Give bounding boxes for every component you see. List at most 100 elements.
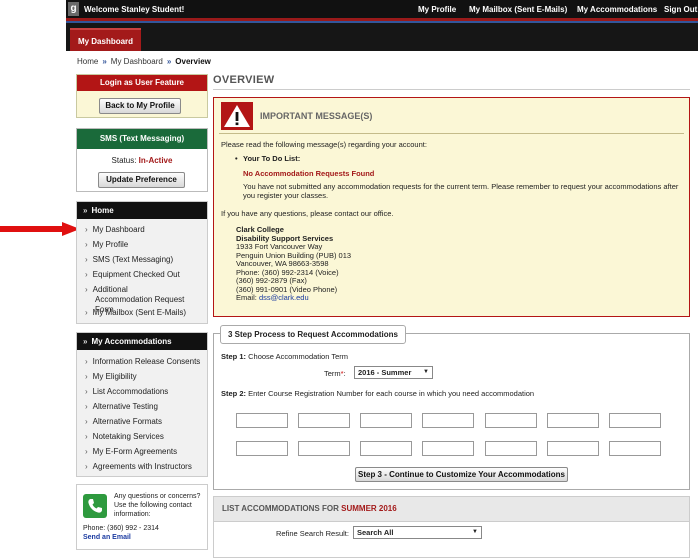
step2-text: Step 2: Enter Course Registration Number… — [221, 389, 534, 398]
step1-text: Step 1: Choose Accommodation Term — [221, 352, 348, 361]
tab-my-dashboard[interactable]: My Dashboard — [70, 28, 141, 51]
menu-item-label: Alternative Testing — [92, 402, 158, 411]
menu-item-label: My Dashboard — [92, 225, 145, 234]
menu-item-equipment[interactable]: › Equipment Checked Out — [85, 270, 205, 280]
crn-input[interactable] — [547, 441, 599, 456]
menu-item-my-eligibility[interactable]: › My Eligibility — [85, 372, 205, 382]
breadcrumb-current: Overview — [175, 57, 211, 66]
chevron-right-icon: › — [85, 402, 88, 411]
contact-phone: Phone: (360) 992 - 2314 — [83, 525, 159, 532]
menu-item-label: Alternative Formats — [92, 417, 163, 426]
contact-box: Any questions or concerns? Use the follo… — [76, 484, 208, 550]
menu-item-label: My E-Form Agreements — [92, 447, 178, 456]
menu-item-label: My Mailbox (Sent E-Mails) — [92, 308, 187, 317]
chevron-right-icon: › — [85, 372, 88, 381]
breadcrumb-separator: » — [102, 57, 107, 66]
dropdown-arrow-icon: ▼ — [423, 369, 429, 375]
home-menu-title: Home — [91, 206, 114, 215]
breadcrumb-home[interactable]: Home — [77, 57, 98, 66]
crn-input[interactable] — [236, 413, 288, 428]
menu-item-eform-agreements[interactable]: › My E-Form Agreements — [85, 447, 205, 457]
home-menu-header[interactable]: » Home — [77, 202, 207, 219]
term-label: Term*: — [324, 369, 346, 378]
continue-button[interactable]: Step 3 - Continue to Customize Your Acco… — [355, 467, 568, 482]
chevron-right-icon: › — [85, 240, 88, 249]
menu-item-label: SMS (Text Messaging) — [92, 255, 174, 264]
nav-my-accommodations[interactable]: My Accommodations — [577, 5, 657, 14]
menu-item-alternative-testing[interactable]: › Alternative Testing — [85, 402, 205, 412]
crn-input[interactable] — [360, 441, 412, 456]
menu-item-label: Equipment Checked Out — [92, 270, 180, 279]
menu-item-list-accommodations[interactable]: › List Accommodations — [85, 387, 205, 397]
menu-item-instructor-agreements[interactable]: › Agreements with Instructors — [85, 462, 205, 472]
chevron-right-icon: › — [85, 357, 88, 366]
phone-icon — [83, 494, 107, 518]
list-title-prefix: LIST ACCOMMODATIONS FOR — [222, 504, 339, 513]
breadcrumb: Home» My Dashboard» Overview — [77, 57, 211, 66]
todo-heading: • Your To Do List: — [235, 154, 301, 163]
crn-input[interactable] — [485, 413, 537, 428]
contact-line: If you have any questions, please contac… — [221, 209, 394, 218]
important-intro: Please read the following message(s) reg… — [221, 140, 427, 149]
chevron-right-icon: › — [85, 308, 88, 317]
bullet-icon: • — [235, 154, 238, 163]
refine-select[interactable]: Search All ▼ — [353, 526, 482, 539]
todo-label: Your To Do List: — [243, 154, 301, 163]
crn-input[interactable] — [236, 441, 288, 456]
contact-text: Any questions or concerns? Use the follo… — [114, 493, 201, 518]
divider — [213, 89, 690, 90]
important-title: IMPORTANT MESSAGE(S) — [260, 111, 373, 121]
menu-item-notetaking[interactable]: › Notetaking Services — [85, 432, 205, 442]
step-process-legend: 3 Step Process to Request Accommodations — [220, 325, 406, 344]
chevron-right-icon: › — [85, 447, 88, 456]
back-to-profile-button[interactable]: Back to My Profile — [99, 98, 181, 114]
menu-item-my-mailbox[interactable]: › My Mailbox (Sent E-Mails) — [85, 308, 205, 318]
accommodations-menu: » My Accommodations › Information Release … — [76, 332, 208, 477]
email-link[interactable]: dss@clark.edu — [259, 293, 309, 302]
step1-label: Step 1: — [221, 352, 247, 361]
login-as-user-title: Login as User Feature — [77, 75, 207, 91]
nav-my-mailbox[interactable]: My Mailbox (Sent E-Mails) — [469, 5, 567, 14]
nav-my-profile[interactable]: My Profile — [418, 5, 456, 14]
sms-status-label: Status: — [111, 156, 137, 165]
crn-input[interactable] — [422, 441, 474, 456]
list-accommodations-title: LIST ACCOMMODATIONS FOR SUMMER 2016 — [222, 504, 397, 513]
accommodations-menu-header[interactable]: » My Accommodations — [77, 333, 207, 350]
chevron-right-icon: › — [85, 285, 88, 294]
menu-item-my-dashboard[interactable]: › My Dashboard — [85, 225, 205, 235]
menu-item-alternative-formats[interactable]: › Alternative Formats — [85, 417, 205, 427]
breadcrumb-dashboard[interactable]: My Dashboard — [111, 57, 163, 66]
no-requests-description: You have not submitted any accommodation… — [243, 182, 679, 200]
page-title: OVERVIEW — [213, 74, 275, 86]
sms-status-value: In-Active — [138, 156, 173, 165]
term-label-colon: : — [343, 369, 346, 378]
crn-input[interactable] — [609, 441, 661, 456]
crn-input[interactable] — [298, 441, 350, 456]
sms-title: SMS (Text Messaging) — [77, 129, 207, 149]
crn-input[interactable] — [422, 413, 474, 428]
chevron-right-icon: › — [85, 417, 88, 426]
term-select[interactable]: 2016 - Summer ▼ — [354, 366, 433, 379]
menu-item-sms[interactable]: › SMS (Text Messaging) — [85, 255, 205, 265]
dropdown-arrow-icon: ▼ — [472, 529, 478, 535]
menu-item-label: My Eligibility — [92, 372, 137, 381]
send-email-link[interactable]: Send an Email — [83, 534, 131, 541]
step2-label: Step 2: — [221, 389, 247, 398]
important-message-box: IMPORTANT MESSAGE(S) Please read the fol… — [213, 97, 690, 317]
term-label-text: Term — [324, 369, 341, 378]
crn-input[interactable] — [547, 413, 599, 428]
chevron-right-icon: › — [85, 225, 88, 234]
crn-input[interactable] — [485, 441, 537, 456]
crn-input[interactable] — [360, 413, 412, 428]
update-preference-button[interactable]: Update Preference — [98, 172, 185, 188]
menu-item-my-profile[interactable]: › My Profile — [85, 240, 205, 250]
refine-select-value: Search All — [357, 528, 394, 537]
double-chevron-down-icon: » — [83, 206, 88, 215]
refine-label: Refine Search Result: — [276, 529, 349, 538]
crn-input[interactable] — [609, 413, 661, 428]
menu-item-release-consents[interactable]: › Information Release Consents — [85, 357, 205, 367]
nav-sign-out[interactable]: Sign Out — [664, 5, 697, 14]
crn-input[interactable] — [298, 413, 350, 428]
menu-item-label: Notetaking Services — [92, 432, 164, 441]
chevron-right-icon: › — [85, 432, 88, 441]
